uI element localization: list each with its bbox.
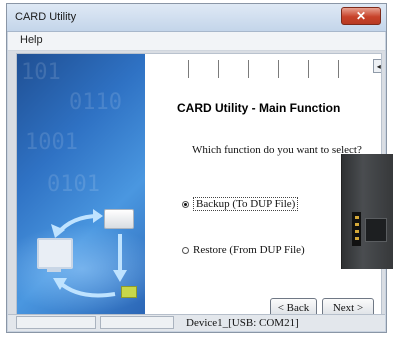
card-slot-icon: [365, 218, 387, 242]
step-tick: [218, 60, 219, 78]
option-backup-label: Backup (To DUP File): [193, 197, 299, 211]
option-backup[interactable]: Backup (To DUP File): [182, 197, 299, 211]
status-bar: Device1_[USB: COM21]: [8, 314, 385, 331]
menu-item-help[interactable]: Help: [20, 34, 43, 46]
radio-restore[interactable]: [182, 246, 189, 254]
step-tick: [248, 60, 249, 78]
question-text: Which function do you want to select?: [192, 144, 362, 156]
wizard-panel: 101 0110 1001 0101 ◂ CARD Utility - Main…: [16, 53, 382, 315]
step-tick: [308, 60, 309, 78]
connection-status: Device1_[USB: COM21]: [186, 317, 299, 329]
status-cell: [16, 316, 96, 329]
terminal-pin: [355, 223, 359, 226]
menu-bar: Help: [8, 32, 385, 51]
page-heading: CARD Utility - Main Function: [177, 101, 341, 115]
card-utility-window: CARD Utility ✕ Help 101 0110 1001 0101 ◂…: [6, 3, 387, 333]
close-icon: ✕: [355, 9, 367, 23]
option-restore-label: Restore (From DUP File): [193, 244, 305, 256]
terminal-pin: [355, 216, 359, 219]
status-cell: [100, 316, 174, 329]
computer-icon: [37, 238, 73, 269]
usb-stick-icon: [121, 286, 137, 298]
step-tick: [278, 60, 279, 78]
scroll-left-icon[interactable]: ◂: [374, 60, 381, 72]
window-title: CARD Utility: [15, 11, 77, 23]
transfer-arrows-icon: [51, 209, 127, 298]
computer-stand-icon: [47, 267, 61, 272]
step-tick: [188, 60, 189, 78]
title-bar[interactable]: CARD Utility ✕: [7, 4, 386, 32]
side-illustration: 101 0110 1001 0101: [17, 54, 145, 314]
card-device-icon: [104, 209, 134, 229]
terminal-pin: [355, 230, 359, 233]
option-restore[interactable]: Restore (From DUP File): [182, 244, 305, 256]
step-scroll-buttons: ◂ ▸: [373, 59, 381, 73]
step-tick: [338, 60, 339, 78]
terminal-pin: [355, 237, 359, 240]
step-indicator: [174, 56, 381, 82]
close-button[interactable]: ✕: [341, 7, 381, 25]
back-button[interactable]: < Back: [270, 298, 317, 314]
next-button[interactable]: Next >: [322, 298, 374, 314]
radio-backup[interactable]: [182, 200, 189, 208]
plc-device-photo: [341, 154, 393, 269]
